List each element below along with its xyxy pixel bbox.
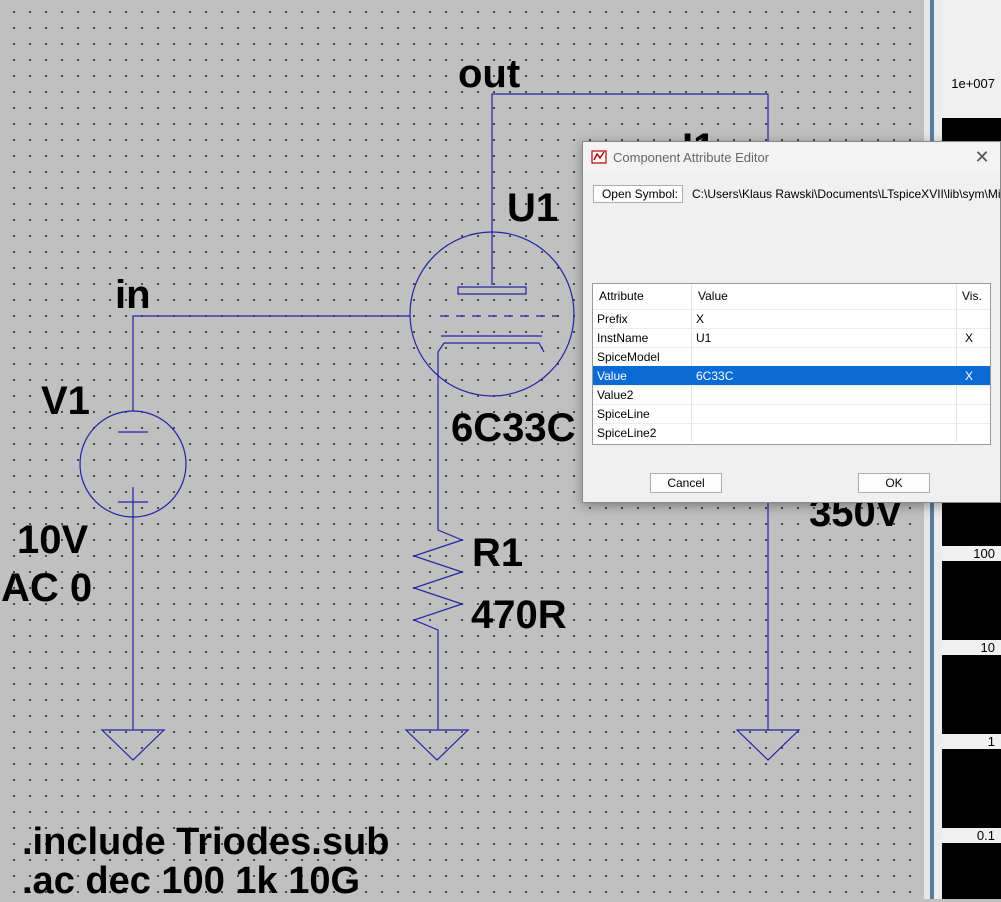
spice-directive-ac[interactable]: .ac dec 100 1k 10G [22, 862, 360, 900]
dialog-titlebar[interactable]: Component Attribute Editor ✕ [583, 142, 1000, 172]
axis-tick-label: 1e+007 [942, 76, 1001, 91]
attribute-name: Value2 [597, 388, 634, 402]
table-row[interactable]: SpiceLine2 [593, 423, 990, 442]
attribute-name: Value [597, 369, 627, 383]
column-header-attribute[interactable]: Attribute [599, 284, 644, 309]
attribute-name: SpiceLine [597, 407, 650, 421]
table-row[interactable]: Prefix X [593, 309, 990, 328]
attribute-visible[interactable]: X [965, 369, 973, 383]
attribute-name: SpiceLine2 [597, 426, 657, 440]
r1-value-label[interactable]: 470R [471, 595, 567, 635]
attribute-name: SpiceModel [597, 350, 660, 364]
v1-name-label[interactable]: V1 [41, 381, 90, 421]
component-attribute-editor-dialog: Component Attribute Editor ✕ Open Symbol… [582, 141, 1001, 503]
ok-button[interactable]: OK [858, 473, 930, 493]
cancel-button[interactable]: Cancel [650, 473, 722, 493]
table-row[interactable]: Value2 [593, 385, 990, 404]
table-row[interactable]: SpiceLine [593, 404, 990, 423]
column-header-visible[interactable]: Vis. [962, 284, 982, 309]
column-header-value[interactable]: Value [698, 284, 728, 309]
attribute-value[interactable]: X [696, 312, 704, 326]
net-label-out[interactable]: out [458, 54, 520, 94]
v1-value-label[interactable]: 10V [17, 520, 88, 560]
axis-panel-top [942, 0, 1001, 118]
attribute-visible[interactable]: X [965, 331, 973, 345]
table-row[interactable]: InstName U1 X [593, 328, 990, 347]
attribute-name: InstName [597, 331, 649, 345]
symbol-path-text: C:\Users\Klaus Rawski\Documents\LTspiceX… [692, 187, 1001, 201]
spice-directive-include[interactable]: .include Triodes.sub [22, 823, 389, 861]
u1-value-label[interactable]: 6C33C [451, 408, 576, 448]
axis-tick-label: 0.1 [942, 828, 1001, 843]
ltspice-app-icon [591, 150, 607, 164]
attribute-name: Prefix [597, 312, 628, 326]
axis-tick-label: 100 [942, 546, 1001, 561]
r1-name-label[interactable]: R1 [472, 533, 523, 573]
open-symbol-button[interactable]: Open Symbol: [593, 185, 683, 203]
close-icon[interactable]: ✕ [972, 147, 992, 167]
table-row[interactable]: SpiceModel [593, 347, 990, 366]
table-row-selected[interactable]: Value 6C33C X [593, 366, 990, 385]
u1-name-label[interactable]: U1 [507, 188, 558, 228]
axis-tick-label: 10 [942, 640, 1001, 655]
attribute-value[interactable]: 6C33C [696, 369, 733, 383]
axis-tick-label: 1 [942, 734, 1001, 749]
attribute-table[interactable]: Attribute Value Vis. Prefix X InstName U… [592, 283, 991, 445]
dialog-title: Component Attribute Editor [613, 150, 770, 165]
v1-ac-label[interactable]: AC 0 [1, 568, 92, 608]
net-label-in[interactable]: in [115, 275, 151, 315]
attribute-value[interactable]: U1 [696, 331, 711, 345]
